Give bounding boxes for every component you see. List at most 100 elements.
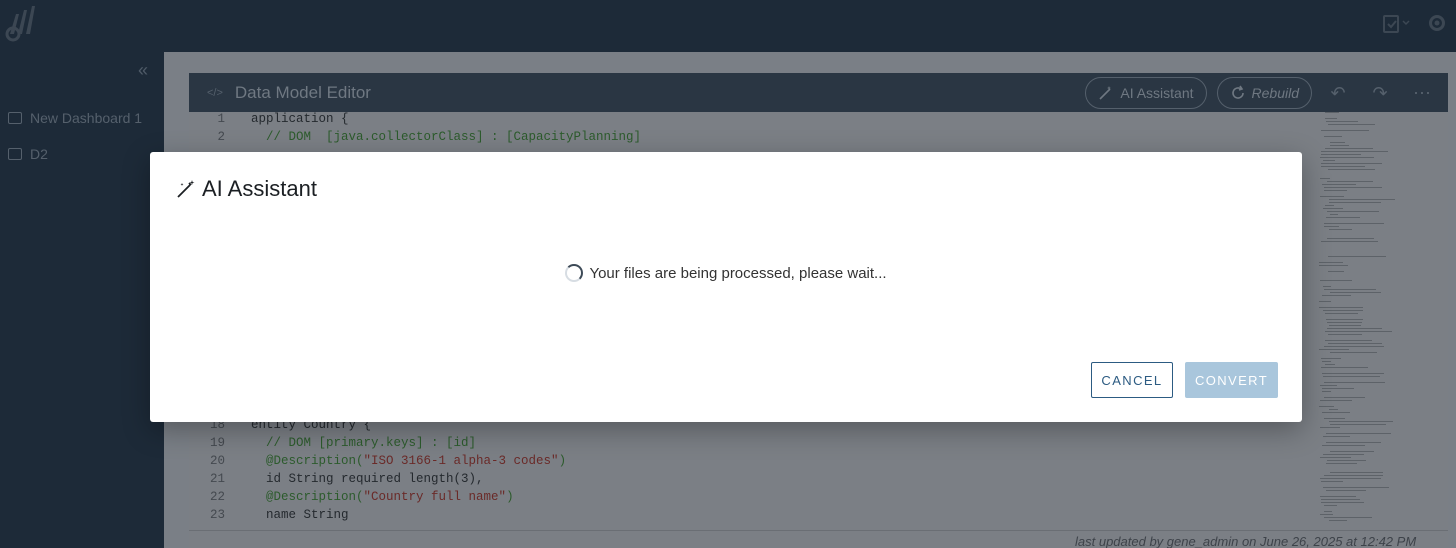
line-number: 23	[209, 508, 225, 522]
rebuild-button[interactable]: Rebuild	[1216, 77, 1312, 109]
minimap-line	[1321, 499, 1360, 500]
line-number: 22	[209, 490, 225, 504]
processing-status: Your files are being processed, please w…	[150, 264, 1302, 282]
line-number: 1	[217, 112, 225, 126]
minimap-line	[1323, 208, 1343, 209]
minimap-line	[1329, 202, 1381, 203]
logo-icon[interactable]	[4, 4, 38, 42]
minimap-line	[1324, 505, 1337, 506]
minimap-line	[1330, 214, 1338, 215]
minimap-line	[1326, 121, 1358, 122]
collapse-icon[interactable]: «	[138, 60, 148, 81]
code-minimap[interactable]	[1319, 112, 1439, 532]
code-line: 1 application {	[189, 112, 1314, 130]
convert-button[interactable]: CONVERT	[1185, 362, 1278, 398]
minimap-line	[1320, 478, 1381, 479]
minimap-line	[1324, 226, 1339, 227]
minimap-line	[1326, 442, 1381, 443]
last-updated-text: last updated by gene_admin on June 26, 2…	[1075, 534, 1417, 548]
dialog-title: AI Assistant	[176, 176, 317, 202]
code-line: 20 @Description("ISO 3166-1 alpha-3 code…	[189, 454, 1314, 472]
minimap-line	[1325, 364, 1335, 365]
minimap-line	[1319, 265, 1348, 266]
minimap-line	[1328, 343, 1382, 344]
minimap-line	[1320, 514, 1333, 515]
editor-title: Data Model Editor	[234, 82, 371, 102]
minimap-line	[1328, 169, 1375, 170]
minimap-line	[1322, 388, 1354, 389]
minimap-line	[1325, 148, 1373, 149]
minimap-line	[1324, 136, 1342, 137]
ai-assistant-label: AI Assistant	[1120, 85, 1194, 101]
dashboard-icon	[8, 148, 22, 160]
ai-assistant-button[interactable]: AI Assistant	[1085, 77, 1207, 109]
minimap-line	[1321, 154, 1361, 155]
minimap-line	[1330, 352, 1377, 353]
minimap-line	[1327, 322, 1362, 323]
minimap-line	[1319, 406, 1334, 407]
sidebar-item-d2[interactable]: D2	[8, 146, 48, 162]
minimap-line	[1320, 196, 1344, 197]
magic-wand-icon	[1099, 86, 1112, 100]
code-icon: </>	[207, 86, 223, 99]
minimap-line	[1324, 223, 1384, 224]
minimap-line	[1322, 184, 1356, 185]
minimap-line	[1330, 451, 1374, 452]
code-line: 22 @Description("Country full name")	[189, 490, 1314, 508]
minimap-line	[1320, 280, 1352, 281]
sidebar-item-new-dashboard-1[interactable]: New Dashboard 1	[8, 110, 142, 126]
minimap-line	[1321, 130, 1369, 131]
code-string: "Country full name"	[363, 490, 507, 504]
line-number: 19	[209, 436, 225, 450]
dialog-title-text: AI Assistant	[202, 176, 317, 201]
minimap-line	[1327, 181, 1373, 182]
minimap-line	[1326, 217, 1360, 218]
minimap-line	[1329, 325, 1361, 326]
line-number: 2	[217, 130, 225, 144]
undo-icon[interactable]: ↶	[1322, 83, 1354, 104]
code-comment: // DOM [java.collectorClass] : [Capacity…	[251, 130, 642, 144]
top-bar	[0, 0, 1456, 52]
minimap-line	[1325, 331, 1392, 332]
editor-header: </> Data Model Editor AI Assistant Rebui…	[189, 73, 1448, 112]
minimap-line	[1321, 166, 1365, 167]
minimap-line	[1321, 367, 1368, 368]
minimap-line	[1320, 457, 1351, 458]
gear-icon[interactable]	[1426, 12, 1448, 34]
minimap-line	[1324, 475, 1383, 476]
code-text: @Description("Country full name")	[233, 490, 514, 508]
dashboard-icon	[8, 112, 22, 124]
code-annotation: )	[506, 490, 514, 504]
minimap-line	[1324, 517, 1372, 518]
redo-icon[interactable]: ↷	[1364, 83, 1396, 104]
minimap-line	[1328, 271, 1344, 272]
code-string: "ISO 3166-1 alpha-3 codes"	[363, 454, 559, 468]
minimap-line	[1330, 292, 1381, 293]
minimap-line	[1321, 151, 1388, 152]
minimap-line	[1324, 418, 1345, 419]
magic-wand-icon	[177, 180, 195, 198]
minimap-line	[1326, 463, 1357, 464]
minimap-line	[1322, 412, 1350, 413]
minimap-line	[1329, 421, 1393, 422]
minimap-line	[1327, 238, 1374, 239]
code-text: name String	[251, 508, 349, 522]
minimap-line	[1319, 307, 1363, 308]
minimap-line	[1325, 118, 1337, 119]
minimap-line	[1321, 241, 1378, 242]
cancel-button[interactable]: CANCEL	[1091, 362, 1173, 398]
code-text: @Description("ISO 3166-1 alpha-3 codes")	[233, 454, 566, 472]
minimap-line	[1327, 328, 1382, 329]
minimap-line	[1322, 361, 1331, 362]
minimap-line	[1324, 382, 1385, 383]
code-line: 23 name String	[189, 508, 1314, 526]
minimap-line	[1328, 124, 1375, 125]
more-icon[interactable]: ⋯	[1406, 83, 1438, 104]
minimap-line	[1324, 187, 1382, 188]
line-number: 20	[209, 454, 225, 468]
minimap-line	[1322, 445, 1365, 446]
clipboard-icon[interactable]	[1382, 13, 1412, 33]
spinner-icon	[565, 264, 584, 282]
code-line: 19 // DOM [primary.keys] : [id]	[189, 436, 1314, 454]
minimap-line	[1323, 310, 1363, 311]
